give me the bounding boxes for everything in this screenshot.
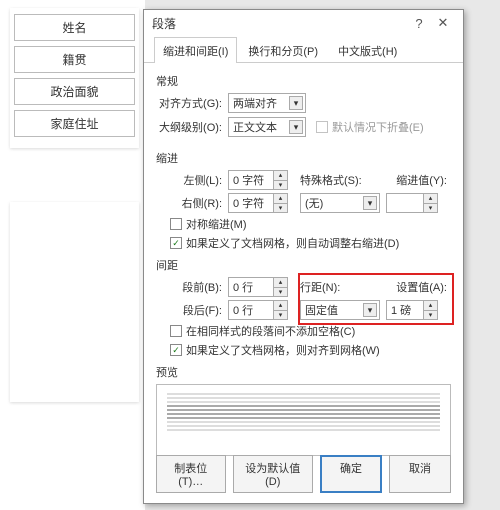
spin-down-icon[interactable]: ▾	[423, 204, 437, 213]
special-value: (无)	[305, 195, 323, 211]
indent-left-spinner[interactable]: 0 字符 ▴▾	[228, 170, 288, 190]
cancel-button[interactable]: 取消	[389, 455, 451, 493]
tabs-button[interactable]: 制表位(T)…	[156, 455, 226, 493]
space-before-value: 0 行	[233, 279, 253, 295]
snap-grid-label: 如果定义了文档网格，则对齐到网格(W)	[186, 342, 380, 358]
tab-strip: 缩进和间距(I) 换行和分页(P) 中文版式(H)	[144, 36, 463, 63]
close-button[interactable]: ✕	[431, 15, 455, 31]
space-before-spinner[interactable]: 0 行 ▴▾	[228, 277, 288, 297]
alignment-label: 对齐方式(G):	[156, 95, 228, 111]
tab-asian-typography[interactable]: 中文版式(H)	[329, 37, 406, 63]
spin-up-icon[interactable]: ▴	[273, 194, 287, 204]
line-spacing-select[interactable]: 固定值 ▾	[300, 300, 380, 320]
indent-by-label: 缩进值(Y):	[396, 172, 451, 188]
group-general-title: 常规	[156, 73, 451, 89]
group-spacing-title: 间距	[156, 257, 451, 273]
ok-button[interactable]: 确定	[320, 455, 382, 493]
doc-cell: 家庭住址	[14, 110, 135, 137]
doc-cell: 籍贯	[14, 46, 135, 73]
indent-left-value: 0 字符	[233, 172, 264, 188]
indent-right-label: 右侧(R):	[156, 195, 228, 211]
indent-by-spinner[interactable]: ▴▾	[386, 193, 438, 213]
special-label: 特殊格式(S):	[300, 172, 366, 188]
auto-adjust-label: 如果定义了文档网格，则自动调整右缩进(D)	[186, 235, 399, 251]
spin-up-icon[interactable]: ▴	[273, 171, 287, 181]
outline-value: 正文文本	[233, 119, 277, 135]
special-select[interactable]: (无) ▾	[300, 193, 380, 213]
doc-cell: 姓名	[14, 14, 135, 41]
auto-adjust-checkbox[interactable]: ✓	[170, 237, 182, 249]
space-before-label: 段前(B):	[156, 279, 228, 295]
indent-right-value: 0 字符	[233, 195, 264, 211]
tab-indent-spacing[interactable]: 缩进和间距(I)	[154, 37, 237, 63]
paragraph-dialog: 段落 ? ✕ 缩进和间距(I) 换行和分页(P) 中文版式(H) 常规 对齐方式…	[143, 9, 464, 504]
preview-title: 预览	[156, 364, 451, 380]
spin-down-icon[interactable]: ▾	[273, 181, 287, 190]
indent-right-spinner[interactable]: 0 字符 ▴▾	[228, 193, 288, 213]
chevron-down-icon: ▾	[289, 96, 303, 110]
dialog-footer: 制表位(T)… 设为默认值(D) 确定 取消	[144, 455, 463, 493]
collapse-checkbox[interactable]	[316, 121, 328, 133]
preview-pane	[156, 384, 451, 456]
spacing-at-spinner[interactable]: 1 磅 ▴▾	[386, 300, 438, 320]
alignment-value: 两端对齐	[233, 95, 277, 111]
group-indent-title: 缩进	[156, 150, 451, 166]
titlebar: 段落 ? ✕	[144, 10, 463, 36]
chevron-down-icon: ▾	[289, 120, 303, 134]
spin-down-icon[interactable]: ▾	[423, 311, 437, 320]
mirror-indent-label: 对称缩进(M)	[186, 216, 247, 232]
doc-cell: 政治面貌	[14, 78, 135, 105]
indent-left-label: 左侧(L):	[156, 172, 228, 188]
spin-down-icon[interactable]: ▾	[273, 288, 287, 297]
spin-up-icon[interactable]: ▴	[423, 301, 437, 311]
outline-label: 大纲级别(O):	[156, 119, 228, 135]
spacing-at-label: 设置值(A):	[396, 279, 451, 295]
spin-up-icon[interactable]: ▴	[273, 278, 287, 288]
space-after-spinner[interactable]: 0 行 ▴▾	[228, 300, 288, 320]
no-space-label: 在相同样式的段落间不添加空格(C)	[186, 323, 355, 339]
outline-select[interactable]: 正文文本 ▾	[228, 117, 306, 137]
set-default-button[interactable]: 设为默认值(D)	[233, 455, 313, 493]
document-background: 姓名 籍贯 政治面貌 家庭住址	[0, 0, 145, 510]
snap-grid-checkbox[interactable]: ✓	[170, 344, 182, 356]
space-after-label: 段后(F):	[156, 302, 228, 318]
no-space-checkbox[interactable]	[170, 325, 182, 337]
spin-down-icon[interactable]: ▾	[273, 204, 287, 213]
dialog-title: 段落	[152, 15, 176, 32]
spin-up-icon[interactable]: ▴	[423, 194, 437, 204]
alignment-select[interactable]: 两端对齐 ▾	[228, 93, 306, 113]
space-after-value: 0 行	[233, 302, 253, 318]
spin-up-icon[interactable]: ▴	[273, 301, 287, 311]
line-spacing-label: 行距(N):	[300, 279, 344, 295]
line-spacing-value: 固定值	[305, 302, 338, 318]
collapse-label: 默认情况下折叠(E)	[332, 119, 424, 135]
chevron-down-icon: ▾	[363, 303, 377, 317]
mirror-indent-checkbox[interactable]	[170, 218, 182, 230]
tab-line-page-breaks[interactable]: 换行和分页(P)	[239, 37, 327, 63]
spin-down-icon[interactable]: ▾	[273, 311, 287, 320]
spacing-at-value: 1 磅	[391, 302, 411, 318]
help-button[interactable]: ?	[407, 16, 431, 31]
chevron-down-icon: ▾	[363, 196, 377, 210]
